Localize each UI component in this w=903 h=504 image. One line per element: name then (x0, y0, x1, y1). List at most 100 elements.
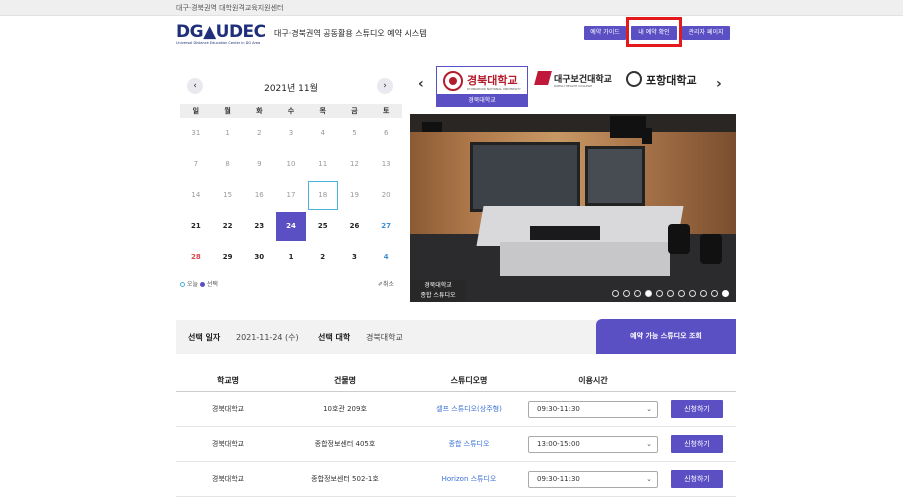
time-select[interactable]: 13:00-15:00 ⌄ (528, 435, 658, 453)
apply-button[interactable]: 신청하기 (671, 470, 723, 488)
carousel-dot-active[interactable] (645, 290, 652, 297)
active-university-tab[interactable]: 경북대학교 (436, 94, 528, 107)
calendar-day: 15 (223, 191, 233, 199)
calendar-day[interactable]: 26 (339, 211, 371, 242)
carousel-dot[interactable] (700, 290, 707, 297)
calendar-day[interactable]: 21 (180, 211, 212, 242)
cell-school: 경북대학교 (211, 440, 245, 448)
prev-month-button[interactable]: ‹ (187, 78, 203, 94)
calendar-week: 28 29 30 1 2 3 4 (180, 242, 402, 273)
photo-mixer (530, 226, 600, 240)
calendar-week: 21 22 23 24 25 26 27 (180, 211, 402, 242)
calendar-day: 11 (318, 160, 328, 168)
university-item-knu[interactable]: 경북대학교 KYUNGPOOK NATIONAL UNIVERSITY (436, 66, 528, 96)
photo-chair (668, 224, 690, 254)
site-title: 대구·경북권역 공동활용 스튜디오 예약 시스템 (274, 29, 427, 38)
admin-page-button[interactable]: 관리자 페이지 (682, 26, 730, 40)
carousel-dot[interactable] (711, 290, 718, 297)
carousel-dot[interactable] (623, 290, 630, 297)
calendar-day[interactable]: 22 (212, 211, 244, 242)
time-select-value: 13:00-15:00 (537, 439, 580, 448)
calendar-day[interactable]: 2 (307, 242, 339, 273)
calendar-grid: 일 월 화 수 목 금 토 31 1 2 3 4 5 6 7 8 9 10 11… (180, 104, 402, 273)
time-select-value: 09:30-11:30 (537, 474, 580, 483)
carousel-dot[interactable] (634, 290, 641, 297)
calendar-week: 31 1 2 3 4 5 6 (180, 118, 402, 149)
calendar-day: 20 (381, 191, 391, 199)
calendar-day[interactable]: 4 (370, 242, 402, 273)
weekday-fri: 금 (351, 107, 358, 115)
uni-prev-button[interactable]: ‹ (418, 76, 424, 92)
calendar-day: 14 (191, 191, 201, 199)
calendar-day: 5 (352, 129, 357, 137)
cell-school: 경북대학교 (211, 475, 245, 483)
logo-text: DG▲UDEC (176, 22, 266, 42)
calendar-day[interactable]: 30 (243, 242, 275, 273)
time-select[interactable]: 09:30-11:30 ⌄ (528, 400, 658, 418)
university-label: 선택 대학 (318, 333, 351, 342)
table-row: 경북대학교 종합정보센터 405호 종합 스튜디오 13:00-15:00 ⌄ 신… (176, 427, 736, 462)
calendar-day[interactable]: 29 (212, 242, 244, 273)
photo-speaker (642, 128, 652, 144)
col-building: 건물명 (333, 376, 357, 385)
calendar-day: 31 (191, 129, 201, 137)
carousel-dot[interactable] (612, 290, 619, 297)
university-item-dhc[interactable]: 대구보건대학교 DAEGU HEALTH COLLEGE (534, 66, 624, 96)
cell-building: 종합정보센터 405호 (314, 440, 376, 448)
calendar-title: 2021년 11월 (264, 84, 318, 94)
calendar-day: 2 (257, 129, 262, 137)
calendar-day-selected[interactable]: 24 (275, 211, 307, 242)
cell-school: 경북대학교 (211, 405, 245, 413)
next-month-button[interactable]: › (377, 78, 393, 94)
pause-icon[interactable] (722, 290, 729, 297)
calendar-day[interactable]: 3 (339, 242, 371, 273)
calendar-cancel[interactable]: ✐취소 (378, 279, 394, 288)
university-en-name: DAEGU HEALTH COLLEGE (554, 84, 593, 88)
calendar-weekdays: 일 월 화 수 목 금 토 (180, 104, 402, 118)
cell-building: 종합정보센터 502-1호 (311, 475, 379, 483)
photo-speaker (422, 122, 442, 132)
cell-studio-link[interactable]: Horizon 스튜디오 (442, 475, 497, 483)
carousel-dot[interactable] (656, 290, 663, 297)
calendar-week: 7 8 9 10 11 12 13 (180, 149, 402, 180)
date-label: 선택 일자 (188, 333, 221, 342)
calendar-day[interactable]: 25 (307, 211, 339, 242)
top-bar: 대구·경북권역 대학원격교육지원센터 (0, 0, 903, 16)
date-value: 2021-11-24 (수) (236, 333, 299, 342)
photo-window-2 (585, 146, 645, 206)
chevron-down-icon: ⌄ (646, 439, 652, 448)
calendar-day: 17 (286, 191, 296, 199)
carousel-dot[interactable] (678, 290, 685, 297)
weekday-sat: 토 (382, 107, 390, 115)
today-label: 18 (307, 181, 338, 210)
cell-studio-link[interactable]: 셀프 스튜디오(상주형) (436, 405, 502, 413)
col-time: 이용시간 (578, 376, 608, 385)
dhc-logo-icon (534, 71, 552, 85)
calendar-day[interactable]: 1 (275, 242, 307, 273)
table-row: 경북대학교 종합정보센터 502-1호 Horizon 스튜디오 09:30-1… (176, 462, 736, 497)
selected-day-label: 24 (276, 212, 307, 241)
reservation-guide-button[interactable]: 예약 가이드 (584, 26, 626, 40)
time-select[interactable]: 09:30-11:30 ⌄ (528, 470, 658, 488)
university-item-pohang[interactable]: 포항대학교 (624, 66, 710, 96)
logo[interactable]: DG▲UDEC Universal Distance Education Cen… (176, 22, 266, 46)
apply-button[interactable]: 신청하기 (671, 400, 723, 418)
calendar-day[interactable]: 28 (180, 242, 212, 273)
uni-next-button[interactable]: › (716, 76, 722, 92)
calendar-day: 3 (288, 129, 294, 137)
carousel-dot[interactable] (689, 290, 696, 297)
search-studio-button[interactable]: 예약 가능 스튜디오 조회 (596, 319, 736, 354)
apply-button[interactable]: 신청하기 (671, 435, 723, 453)
photo-ceiling (410, 114, 736, 132)
university-en-name: KYUNGPOOK NATIONAL UNIVERSITY (467, 87, 521, 91)
calendar-day[interactable]: 23 (243, 211, 275, 242)
chevron-down-icon: ⌄ (646, 474, 652, 483)
carousel-dot[interactable] (667, 290, 674, 297)
header: DG▲UDEC Universal Distance Education Cen… (0, 16, 903, 50)
calendar-day[interactable]: 27 (370, 211, 402, 242)
cell-studio-link[interactable]: 종합 스튜디오 (449, 440, 490, 448)
photo-caption: 경북대학교 종합 스튜디오 (410, 280, 466, 302)
weekday-mon: 월 (224, 107, 231, 115)
knu-seal-icon (443, 71, 463, 91)
weekday-tue: 화 (256, 107, 263, 115)
